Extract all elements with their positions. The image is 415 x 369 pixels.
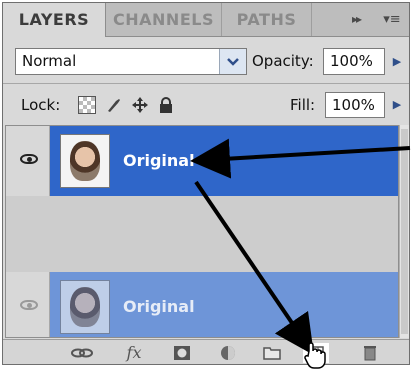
new-layer-icon[interactable]: [303, 343, 329, 363]
opacity-field[interactable]: 100%: [323, 48, 385, 75]
add-mask-icon[interactable]: [169, 343, 195, 363]
eye-icon: [20, 300, 38, 310]
visibility-toggle[interactable]: [6, 272, 50, 337]
lock-move-icon[interactable]: [131, 96, 149, 114]
visibility-toggle[interactable]: [6, 126, 50, 196]
lock-all-icon[interactable]: [157, 96, 175, 114]
scroll-thumb[interactable]: [401, 129, 408, 334]
layer-thumbnail: [60, 280, 110, 334]
layers-toolbar: fx: [3, 339, 409, 364]
chevron-down-icon[interactable]: [219, 49, 246, 74]
layer-thumbnail: [60, 134, 110, 188]
layer-style-fx-icon[interactable]: fx: [121, 343, 147, 363]
layer-row[interactable]: Original: [6, 126, 398, 196]
blend-mode-value: Normal: [22, 52, 77, 70]
panel-menu-icon[interactable]: ▾≡: [375, 3, 409, 36]
layers-list: Original Original: [5, 125, 399, 338]
scrollbar[interactable]: [399, 125, 409, 338]
blend-mode-select[interactable]: Normal: [15, 48, 247, 75]
fill-field[interactable]: 100%: [325, 92, 385, 118]
tab-bar: LAYERS CHANNELS PATHS ▸▸ ▾≡: [3, 3, 409, 37]
lock-paint-brush-icon[interactable]: [105, 96, 123, 114]
opacity-label: Opacity:: [252, 52, 314, 70]
eye-icon: [20, 154, 38, 164]
trash-icon[interactable]: [357, 343, 383, 363]
tab-channels[interactable]: CHANNELS: [106, 3, 222, 36]
fill-slider-arrow-icon[interactable]: ▶: [387, 92, 407, 118]
tab-layers[interactable]: LAYERS: [3, 3, 106, 37]
lock-label: Lock:: [21, 96, 61, 114]
layer-name[interactable]: Original: [123, 272, 195, 337]
new-group-icon[interactable]: [259, 343, 285, 363]
link-layers-icon[interactable]: [69, 343, 95, 363]
fill-label: Fill:: [290, 96, 316, 114]
layer-name[interactable]: Original: [123, 126, 195, 196]
lock-transparency-icon[interactable]: [78, 96, 96, 114]
tab-paths[interactable]: PATHS: [222, 3, 312, 36]
opacity-slider-arrow-icon[interactable]: ▶: [387, 48, 407, 75]
layer-row-drag-ghost[interactable]: Original: [6, 272, 398, 337]
layers-panel: LAYERS CHANNELS PATHS ▸▸ ▾≡ Normal Opaci…: [2, 2, 410, 365]
adjustment-layer-icon[interactable]: [215, 343, 241, 363]
fast-forward-icon[interactable]: ▸▸: [339, 3, 373, 36]
divider: [3, 83, 409, 84]
